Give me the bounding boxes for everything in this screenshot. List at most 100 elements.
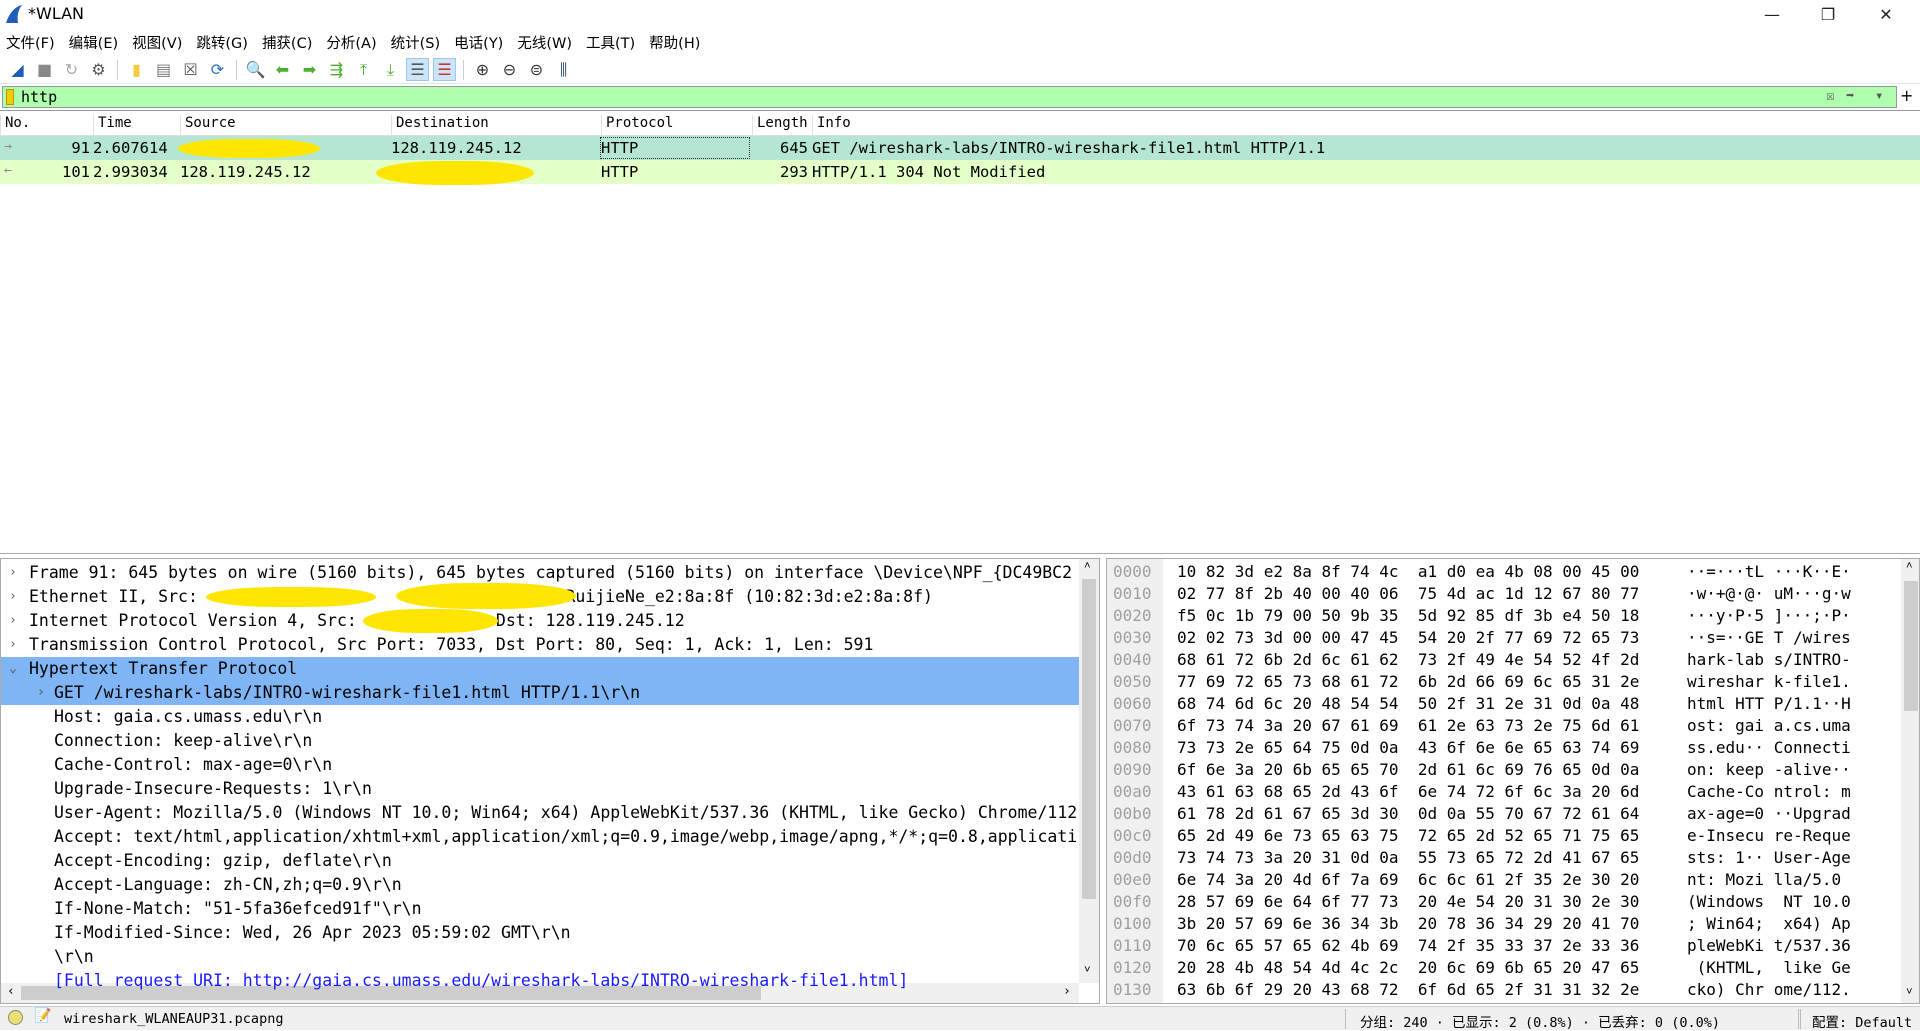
hex-bytes[interactable]: 20 28 4b 48 54 4d 4c 2c 20 6c 69 6b 65 2… bbox=[1177, 957, 1639, 979]
expand-chevron-icon[interactable]: › bbox=[9, 609, 17, 633]
ascii-bytes[interactable]: (KHTML, like Ge bbox=[1687, 957, 1851, 979]
hex-bytes[interactable]: 3b 20 57 69 6e 36 34 3b 20 78 36 34 29 2… bbox=[1177, 913, 1639, 935]
restart-icon[interactable]: ↻ bbox=[60, 58, 83, 81]
display-filter-input[interactable] bbox=[21, 87, 1801, 107]
ascii-bytes[interactable]: pleWebKi t/537.36 bbox=[1687, 935, 1851, 957]
scroll-thumb[interactable] bbox=[1904, 581, 1918, 711]
minimize-button[interactable]: — bbox=[1744, 0, 1800, 29]
hex-bytes[interactable]: 28 57 69 6e 64 6f 77 73 20 4e 54 20 31 3… bbox=[1177, 891, 1639, 913]
hex-bytes[interactable]: 43 61 63 68 65 2d 43 6f 6e 74 72 6f 6c 3… bbox=[1177, 781, 1639, 803]
clear-filter-icon[interactable]: ☒ bbox=[1826, 88, 1834, 104]
profile-label[interactable]: 配置: Default bbox=[1812, 1011, 1912, 1031]
menu-item[interactable]: 编辑(E) bbox=[69, 32, 118, 53]
bookmark-icon[interactable] bbox=[6, 89, 14, 105]
ascii-bytes[interactable]: wireshar k-file1. bbox=[1687, 671, 1851, 693]
expand-chevron-icon[interactable]: › bbox=[9, 585, 17, 609]
ascii-bytes[interactable]: (Windows NT 10.0 bbox=[1687, 891, 1851, 913]
hex-bytes[interactable]: f5 0c 1b 79 00 50 9b 35 5d 92 85 df 3b e… bbox=[1177, 605, 1639, 627]
details-vertical-scrollbar[interactable]: ˄ ˅ bbox=[1079, 559, 1099, 983]
menu-item[interactable]: 工具(T) bbox=[586, 32, 635, 53]
menu-item[interactable]: 统计(S) bbox=[391, 32, 441, 53]
zoom-normal-icon[interactable]: ⊜ bbox=[525, 58, 548, 81]
menu-item[interactable]: 帮助(H) bbox=[649, 32, 700, 53]
detail-tree-item[interactable]: Accept: text/html,application/xhtml+xml,… bbox=[1, 825, 1079, 849]
ascii-bytes[interactable]: html HTT P/1.1··H bbox=[1687, 693, 1851, 715]
bytes-vertical-scrollbar[interactable]: ˄ ˅ bbox=[1901, 559, 1919, 1003]
hex-bytes[interactable]: 63 6b 6f 29 20 43 68 72 6f 6d 65 2f 31 3… bbox=[1177, 979, 1639, 1001]
menu-item[interactable]: 捕获(C) bbox=[262, 32, 312, 53]
resize-columns-icon[interactable]: ⫼ bbox=[552, 58, 575, 81]
menu-item[interactable]: 分析(A) bbox=[326, 32, 376, 53]
hex-bytes[interactable]: 02 02 73 3d 00 00 47 45 54 20 2f 77 69 7… bbox=[1177, 627, 1639, 649]
ascii-bytes[interactable]: on: keep -alive·· bbox=[1687, 759, 1851, 781]
hex-bytes[interactable]: 10 82 3d e2 8a 8f 74 4c a1 d0 ea 4b 08 0… bbox=[1177, 561, 1639, 583]
capture-comment-icon[interactable]: 📝 bbox=[34, 1008, 51, 1024]
ascii-bytes[interactable]: ·w·+@·@· uM···g·w bbox=[1687, 583, 1851, 605]
menu-item[interactable]: 无线(W) bbox=[517, 32, 572, 53]
detail-tree-item[interactable]: Upgrade-Insecure-Requests: 1\r\n bbox=[1, 777, 1079, 801]
ascii-bytes[interactable]: Cache-Co ntrol: m bbox=[1687, 781, 1851, 803]
ascii-bytes[interactable]: ··=···tL ···K··E· bbox=[1687, 561, 1851, 583]
detail-tree-item[interactable]: › Frame 91: 645 bytes on wire (5160 bits)… bbox=[1, 561, 1079, 585]
hex-bytes[interactable]: 68 61 72 6b 2d 6c 61 62 73 2f 49 4e 54 5… bbox=[1177, 649, 1639, 671]
back-arrow-icon[interactable]: ⬅ bbox=[271, 58, 294, 81]
apply-filter-icon[interactable]: ➡ bbox=[1846, 88, 1854, 104]
packet-row[interactable]: ← 101 2.993034 128.119.245.12 HTTP 293 HTTP/1.… bbox=[0, 160, 1920, 184]
ascii-bytes[interactable]: cko) Chr ome/112. bbox=[1687, 979, 1851, 1001]
detail-tree-item[interactable]: Host: gaia.cs.umass.edu\r\n bbox=[1, 705, 1079, 729]
zoom-in-icon[interactable]: ⊕ bbox=[471, 58, 494, 81]
menu-item[interactable]: 视图(V) bbox=[132, 32, 182, 53]
open-folder-icon[interactable]: ▮ bbox=[125, 58, 148, 81]
menu-item[interactable]: 文件(F) bbox=[6, 32, 55, 53]
reload-icon[interactable]: ⟳ bbox=[206, 58, 229, 81]
detail-tree-item[interactable]: › Internet Protocol Version 4, Src: , Dst… bbox=[1, 609, 1079, 633]
menu-item[interactable]: 电话(Y) bbox=[454, 32, 503, 53]
detail-tree-item[interactable]: Accept-Language: zh-CN,zh;q=0.9\r\n bbox=[1, 873, 1079, 897]
shark-fin-start-icon[interactable]: ◢ bbox=[6, 58, 29, 81]
ascii-bytes[interactable]: hark-lab s/INTRO- bbox=[1687, 649, 1851, 671]
close-button[interactable]: ✕ bbox=[1858, 0, 1914, 29]
filter-history-dropdown-icon[interactable]: ▾ bbox=[1875, 88, 1883, 104]
detail-tree-item[interactable]: Connection: keep-alive\r\n bbox=[1, 729, 1079, 753]
hex-bytes[interactable]: 02 77 8f 2b 40 00 40 06 75 4d ac 1d 12 6… bbox=[1177, 583, 1639, 605]
hex-bytes[interactable]: 6f 73 74 3a 20 67 61 69 61 2e 63 73 2e 7… bbox=[1177, 715, 1639, 737]
hex-bytes[interactable]: 70 6c 65 57 65 62 4b 69 74 2f 35 33 37 2… bbox=[1177, 935, 1639, 957]
ascii-bytes[interactable]: nt: Mozi lla/5.0 bbox=[1687, 869, 1851, 891]
scroll-up-icon[interactable]: ˄ bbox=[1906, 559, 1913, 573]
collapse-chevron-icon[interactable]: ⌄ bbox=[9, 657, 17, 681]
expand-chevron-icon[interactable]: › bbox=[37, 681, 45, 705]
detail-tree-item[interactable]: › Transmission Control Protocol, Src Port… bbox=[1, 633, 1079, 657]
detail-tree-item[interactable]: Cache-Control: max-age=0\r\n bbox=[1, 753, 1079, 777]
stop-icon[interactable]: ■ bbox=[33, 58, 56, 81]
scroll-up-icon[interactable]: ˄ bbox=[1084, 559, 1091, 573]
expand-chevron-icon[interactable]: › bbox=[9, 633, 17, 657]
expand-chevron-icon[interactable]: › bbox=[9, 561, 17, 585]
ascii-bytes[interactable]: sts: 1·· User-Age bbox=[1687, 847, 1851, 869]
find-icon[interactable]: 🔍 bbox=[244, 58, 267, 81]
forward-arrow-icon[interactable]: ➡ bbox=[298, 58, 321, 81]
ascii-bytes[interactable]: ax-age=0 ··Upgrad bbox=[1687, 803, 1851, 825]
file-icon[interactable]: ▤ bbox=[152, 58, 175, 81]
scroll-down-icon[interactable]: ˅ bbox=[1084, 963, 1091, 977]
first-packet-icon[interactable]: ⤒ bbox=[352, 58, 375, 81]
detail-tree-item[interactable]: [Full request URI: http://gaia.cs.umass.… bbox=[1, 969, 1079, 993]
detail-tree-item[interactable]: If-Modified-Since: Wed, 26 Apr 2023 05:5… bbox=[1, 921, 1079, 945]
detail-tree-item[interactable]: If-None-Match: "51-5fa36efced91f"\r\n bbox=[1, 897, 1079, 921]
hex-bytes[interactable]: 61 78 2d 61 67 65 3d 30 0d 0a 55 70 67 7… bbox=[1177, 803, 1639, 825]
ascii-bytes[interactable]: e-Insecu re-Reque bbox=[1687, 825, 1851, 847]
ascii-bytes[interactable]: ··s=··GE T /wires bbox=[1687, 627, 1851, 649]
close-file-icon[interactable]: ☒ bbox=[179, 58, 202, 81]
detail-tree-item[interactable]: ⌄ Hypertext Transfer Protocol bbox=[1, 657, 1079, 681]
hex-bytes[interactable]: 73 74 73 3a 20 31 0d 0a 55 73 65 72 2d 4… bbox=[1177, 847, 1639, 869]
go-to-packet-icon[interactable]: ⇶ bbox=[325, 58, 348, 81]
expert-info-icon[interactable] bbox=[8, 1010, 23, 1025]
ascii-bytes[interactable]: ···y·P·5 ]···;·P· bbox=[1687, 605, 1851, 627]
detail-tree-item[interactable]: Accept-Encoding: gzip, deflate\r\n bbox=[1, 849, 1079, 873]
scroll-thumb[interactable] bbox=[1082, 579, 1096, 899]
hex-bytes[interactable]: 65 2d 49 6e 73 65 63 75 72 65 2d 52 65 7… bbox=[1177, 825, 1639, 847]
autoscroll-icon[interactable]: ☰ bbox=[406, 58, 429, 81]
detail-tree-item[interactable]: › GET /wireshark-labs/INTRO-wireshark-fil… bbox=[1, 681, 1079, 705]
hex-bytes[interactable]: 73 73 2e 65 64 75 0d 0a 43 6f 6e 6e 65 6… bbox=[1177, 737, 1639, 759]
ascii-bytes[interactable]: ss.edu·· Connecti bbox=[1687, 737, 1851, 759]
hex-bytes[interactable]: 77 69 72 65 73 68 61 72 6b 2d 66 69 6c 6… bbox=[1177, 671, 1639, 693]
